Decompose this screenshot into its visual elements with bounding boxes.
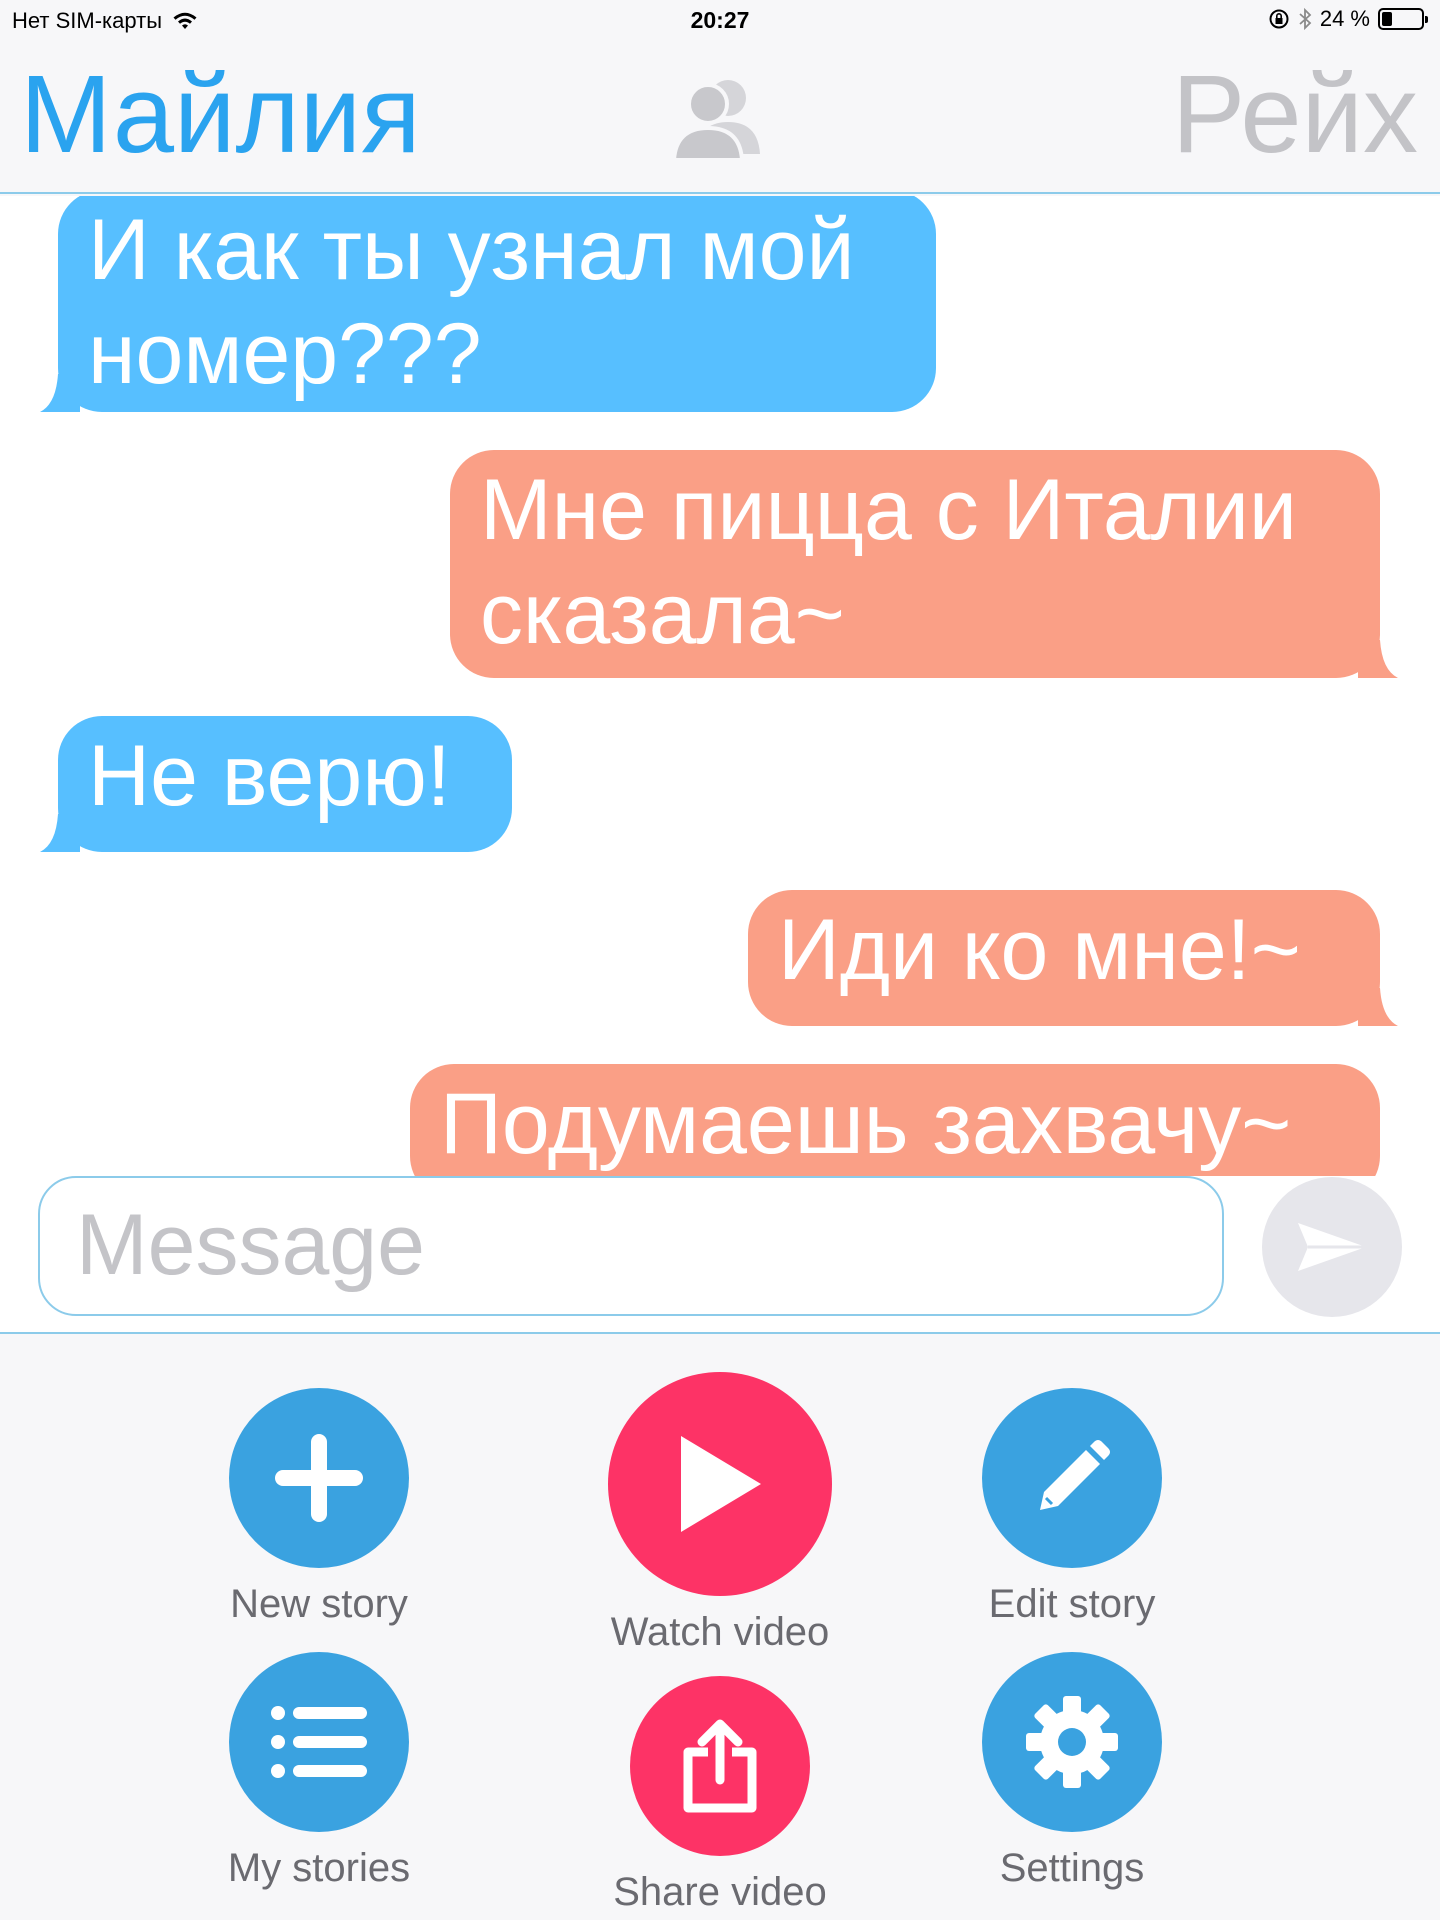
message-bubble-left[interactable]: Не верю! (40, 716, 512, 852)
settings-circle[interactable] (982, 1652, 1162, 1832)
share-video-button[interactable]: Share video (580, 1676, 860, 1915)
my-stories-label: My stories (227, 1846, 411, 1890)
my-stories-circle[interactable] (229, 1652, 409, 1832)
contacts-icon[interactable] (668, 68, 772, 168)
battery-icon (1378, 8, 1428, 30)
play-icon (681, 1436, 761, 1532)
bubble-tail (1358, 640, 1398, 678)
settings-button[interactable]: Settings (932, 1652, 1212, 1891)
chat-area[interactable]: И как ты узнал мой номер??? Мне пицца с … (0, 196, 1440, 1176)
share-video-circle[interactable] (630, 1676, 810, 1856)
settings-label: Settings (999, 1846, 1145, 1890)
send-button[interactable] (1262, 1177, 1402, 1317)
gear-icon (1026, 1696, 1118, 1788)
message-text: И как ты узнал мой номер??? (88, 202, 855, 402)
battery-level (1382, 12, 1393, 26)
watch-video-button[interactable]: Watch video (580, 1372, 860, 1655)
plus-icon (275, 1434, 363, 1522)
bubble-tail (1358, 988, 1398, 1026)
watch-video-circle[interactable] (608, 1372, 832, 1596)
clock: 20:27 (690, 7, 750, 33)
message-bubble-right[interactable]: Подумаешь захвачу~ (410, 1064, 1380, 1176)
new-story-circle[interactable] (229, 1388, 409, 1568)
my-stories-button[interactable]: My stories (179, 1652, 459, 1891)
share-icon (683, 1719, 757, 1813)
message-input[interactable]: Message (38, 1176, 1224, 1316)
share-video-label: Share video (613, 1870, 827, 1914)
message-composer: Message (0, 1176, 1440, 1334)
battery-percent: 24 % (1319, 6, 1370, 31)
pencil-icon (1040, 1440, 1110, 1510)
bubble-tail (40, 814, 80, 852)
edit-story-circle[interactable] (982, 1388, 1162, 1568)
left-character-name[interactable]: Майлия (20, 54, 421, 175)
message-bubble-right[interactable]: Мне пицца с Италии сказала~ (450, 450, 1398, 678)
edit-story-label: Edit story (988, 1582, 1156, 1626)
edit-story-button[interactable]: Edit story (932, 1388, 1212, 1627)
message-text: Подумаешь захвачу~ (440, 1076, 1292, 1172)
chat-header: Майлия Рейх (0, 40, 1440, 194)
right-character-name[interactable]: Рейх (1172, 54, 1418, 175)
status-bar: Нет SIM-карты 20:27 24 % (0, 0, 1440, 40)
message-text: Иди ко мне!~ (778, 902, 1301, 998)
message-bubble-left[interactable]: И как ты узнал мой номер??? (40, 196, 936, 412)
bubble-tail (40, 374, 80, 412)
message-bubble-right[interactable]: Иди ко мне!~ (748, 890, 1398, 1026)
action-panel: New story Watch video Edit story My stor… (0, 1336, 1440, 1920)
message-text: Не верю! (88, 728, 451, 824)
message-placeholder: Message (76, 1197, 425, 1293)
new-story-button[interactable]: New story (179, 1388, 459, 1627)
message-text: Мне пицца с Италии сказала~ (480, 462, 1297, 662)
bluetooth-icon (1299, 7, 1312, 31)
new-story-label: New story (230, 1582, 408, 1626)
send-icon (1298, 1223, 1366, 1271)
orientation-lock-icon (1269, 9, 1289, 29)
status-bar-right: 24 % (1268, 6, 1428, 32)
watch-video-label: Watch video (610, 1610, 830, 1654)
list-icon (271, 1706, 367, 1778)
